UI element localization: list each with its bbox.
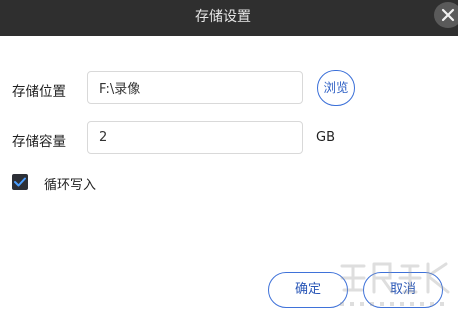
storage-location-field[interactable] (87, 71, 303, 104)
cancel-button[interactable]: 取消 (363, 272, 443, 308)
storage-settings-dialog: 存储设置 存储位置 浏览 存储容量 GB 循环写入 确定 取消 (0, 0, 458, 318)
storage-location-label: 存储位置 (12, 84, 66, 100)
checkmark-icon (14, 177, 26, 187)
storage-capacity-label: 存储容量 (12, 134, 66, 150)
close-icon (441, 8, 455, 22)
loop-write-checkbox[interactable] (12, 174, 28, 190)
close-button[interactable] (434, 2, 458, 28)
loop-write-label: 循环写入 (44, 178, 97, 193)
capacity-unit-label: GB (316, 130, 335, 145)
dialog-title: 存储设置 (195, 9, 251, 25)
browse-button[interactable]: 浏览 (317, 70, 355, 106)
title-bar: 存储设置 (0, 0, 458, 36)
storage-capacity-field[interactable] (87, 121, 303, 154)
ok-button[interactable]: 确定 (268, 272, 348, 308)
